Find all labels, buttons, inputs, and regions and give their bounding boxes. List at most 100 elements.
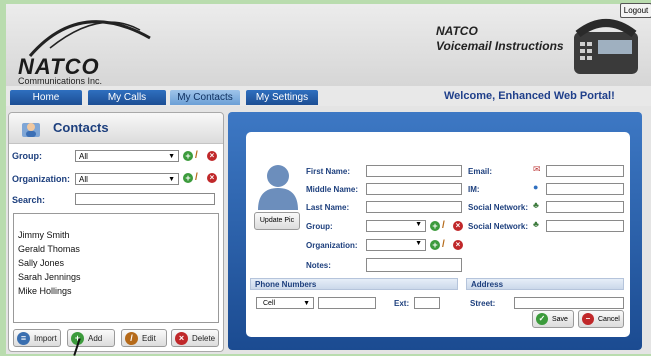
- last-name-field[interactable]: [366, 201, 462, 213]
- edit-organization-icon[interactable]: /: [195, 173, 205, 183]
- pencil-icon: /: [125, 332, 138, 345]
- email-label: Email:: [468, 167, 493, 176]
- email-field[interactable]: [546, 165, 624, 177]
- group-field-label: Group:: [306, 222, 333, 231]
- social-network-icon: ♣: [533, 219, 539, 229]
- edit-label: Edit: [142, 334, 156, 343]
- street-label: Street:: [470, 299, 496, 308]
- chevron-down-icon: ▼: [303, 300, 310, 307]
- phone-type-select[interactable]: Cell ▼: [256, 297, 314, 309]
- import-icon: ≡: [17, 332, 30, 345]
- contacts-list[interactable]: Jimmy Smith Gerald Thomas Sally Jones Sa…: [13, 213, 219, 323]
- delete-group-icon[interactable]: ×: [207, 151, 217, 161]
- tab-my-contacts[interactable]: My Contacts: [170, 90, 240, 105]
- cancel-button[interactable]: – Cancel: [578, 310, 624, 328]
- add-group-icon[interactable]: +: [183, 151, 193, 161]
- social-network-label-2: Social Network:: [468, 222, 529, 231]
- list-item[interactable]: Gerald Thomas: [14, 242, 218, 256]
- middle-name-field[interactable]: [366, 183, 462, 195]
- im-field[interactable]: [546, 183, 624, 195]
- logo-subtitle: Communications Inc.: [18, 76, 103, 86]
- update-pic-button[interactable]: Update Pic: [254, 212, 300, 230]
- tab-my-settings[interactable]: My Settings: [246, 90, 318, 105]
- email-icon: ✉: [533, 164, 541, 174]
- list-item[interactable]: Mike Hollings: [14, 284, 218, 298]
- save-button[interactable]: ✓ Save: [532, 310, 574, 328]
- contacts-panel: Contacts Group: All ▼ + / × Organization…: [8, 112, 224, 352]
- social-network-icon: ♣: [533, 200, 539, 210]
- middle-name-label: Middle Name:: [306, 185, 359, 194]
- address-header: Address: [466, 278, 624, 290]
- group-select[interactable]: All ▼: [75, 150, 179, 162]
- delete-organization-field-icon[interactable]: ×: [453, 240, 463, 250]
- natco-logo: NATCO Communications Inc.: [10, 8, 160, 86]
- import-button[interactable]: ≡ Import: [13, 329, 61, 347]
- add-organization-field-icon[interactable]: +: [430, 240, 440, 250]
- delete-group-field-icon[interactable]: ×: [453, 221, 463, 231]
- add-organization-icon[interactable]: +: [183, 173, 193, 183]
- edit-group-field-icon[interactable]: /: [442, 221, 452, 231]
- first-name-label: First Name:: [306, 167, 351, 176]
- list-item[interactable]: Sally Jones: [14, 256, 218, 270]
- organization-label: Organization:: [12, 174, 70, 184]
- cancel-label: Cancel: [598, 316, 620, 323]
- vm-title-line2: Voicemail Instructions: [436, 39, 564, 53]
- social-network-field-1[interactable]: [546, 201, 624, 213]
- chevron-down-icon: ▼: [168, 176, 175, 183]
- social-network-label-1: Social Network:: [468, 203, 529, 212]
- edit-button[interactable]: / Edit: [121, 329, 167, 347]
- group-field-select[interactable]: ▼: [366, 220, 426, 232]
- tab-my-calls[interactable]: My Calls: [88, 90, 166, 105]
- phone-type-value: Cell: [263, 300, 276, 307]
- desk-phone-icon: [574, 19, 638, 74]
- contacts-icon: [22, 123, 40, 137]
- phone-numbers-header: Phone Numbers: [250, 278, 458, 290]
- first-name-field[interactable]: [366, 165, 462, 177]
- im-icon: ●: [533, 182, 539, 192]
- save-label: Save: [552, 316, 568, 323]
- tab-home[interactable]: Home: [10, 90, 82, 105]
- chevron-down-icon: ▼: [415, 221, 422, 228]
- chevron-down-icon: ▼: [168, 153, 175, 160]
- edit-group-icon[interactable]: /: [195, 151, 205, 161]
- group-label: Group:: [12, 151, 42, 161]
- cancel-icon: –: [582, 313, 594, 325]
- contact-form: Update Pic First Name: Middle Name: Last…: [246, 132, 630, 337]
- add-button[interactable]: + Add: [67, 329, 115, 347]
- ext-field[interactable]: [414, 297, 440, 309]
- search-label: Search:: [12, 195, 46, 205]
- organization-select[interactable]: All ▼: [75, 173, 179, 185]
- organization-select-value: All: [79, 175, 88, 184]
- contacts-title: Contacts: [53, 120, 109, 135]
- organization-field-select[interactable]: ▼: [366, 239, 426, 251]
- im-label: IM:: [468, 185, 480, 194]
- phone-number-field[interactable]: [318, 297, 376, 309]
- edit-organization-field-icon[interactable]: /: [442, 240, 452, 250]
- list-item[interactable]: Jimmy Smith: [14, 228, 218, 242]
- delete-label: Delete: [192, 334, 216, 343]
- add-group-field-icon[interactable]: +: [430, 221, 440, 231]
- import-label: Import: [34, 334, 57, 343]
- search-input[interactable]: [75, 193, 215, 205]
- checkmark-icon: ✓: [536, 313, 548, 325]
- nav-bar: Home My Calls My Contacts My Settings We…: [6, 86, 651, 106]
- group-select-value: All: [79, 152, 88, 161]
- voicemail-title: NATCO Voicemail Instructions: [436, 24, 564, 54]
- list-item[interactable]: Sarah Jennings: [14, 270, 218, 284]
- delete-icon: ×: [175, 332, 188, 345]
- app-frame: NATCO Communications Inc. NATCO Voicemai…: [0, 0, 651, 356]
- street-field[interactable]: [514, 297, 624, 309]
- social-network-field-2[interactable]: [546, 220, 624, 232]
- delete-organization-icon[interactable]: ×: [207, 173, 217, 183]
- logout-button[interactable]: Logout: [620, 3, 651, 18]
- notes-field[interactable]: [366, 258, 462, 272]
- header: NATCO Communications Inc. NATCO Voicemai…: [6, 4, 651, 87]
- add-label: Add: [88, 334, 103, 343]
- vm-title-line1: NATCO: [436, 24, 478, 38]
- welcome-text: Welcome, Enhanced Web Portal!: [444, 90, 615, 102]
- chevron-down-icon: ▼: [415, 240, 422, 247]
- ext-label: Ext:: [394, 299, 410, 308]
- organization-field-label: Organization:: [306, 241, 358, 250]
- contacts-header: Contacts: [9, 113, 223, 144]
- delete-button[interactable]: × Delete: [171, 329, 219, 347]
